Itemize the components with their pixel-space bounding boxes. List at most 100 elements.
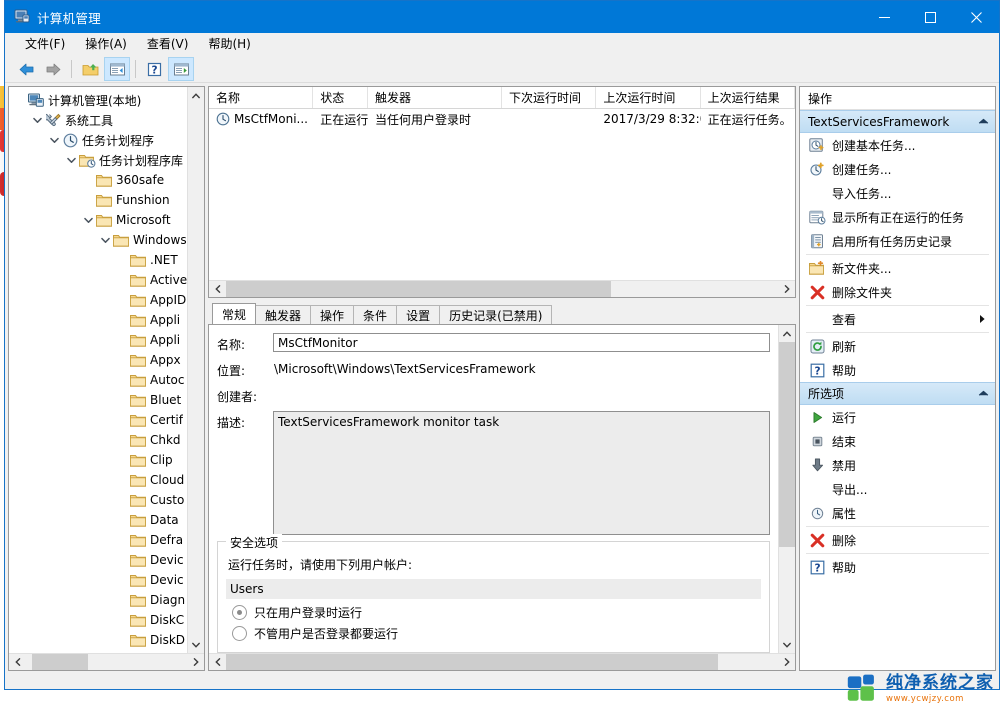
actions-section-header-textservicesframework[interactable]: TextServicesFramework <box>800 110 995 133</box>
tree-hscroll-thumb[interactable] <box>32 654 88 670</box>
scroll-down-icon[interactable] <box>779 636 795 653</box>
action-item-help[interactable]: ? 帮助 <box>800 358 995 382</box>
up-folder-icon[interactable] <box>77 57 103 81</box>
forward-arrow-icon[interactable] <box>40 57 66 81</box>
column-header-next_run[interactable]: 下次运行时间 <box>502 87 597 108</box>
menu-item-view[interactable]: 查看(V) <box>137 33 199 55</box>
tree-node[interactable]: Windows <box>9 230 187 250</box>
tree-node[interactable]: .NET <box>9 250 187 270</box>
tree-node[interactable]: Microsoft <box>9 210 187 230</box>
action-item-export[interactable]: 导出... <box>800 477 995 501</box>
action-item-delete-folder[interactable]: 删除文件夹 <box>800 280 995 304</box>
tree-horizontal-scrollbar[interactable] <box>9 653 204 670</box>
tab-general[interactable]: 常规 <box>212 303 257 324</box>
minimize-button[interactable] <box>861 1 907 33</box>
tree-node[interactable]: Devic <box>9 550 187 570</box>
title-bar[interactable]: 计算机管理 <box>5 1 999 33</box>
task-list-hscroll-thumb[interactable] <box>226 281 611 297</box>
tree-node[interactable]: Certif <box>9 410 187 430</box>
action-item-disable[interactable]: 禁用 <box>800 453 995 477</box>
detail-horizontal-scrollbar[interactable] <box>209 653 795 670</box>
action-item-run[interactable]: 运行 <box>800 405 995 429</box>
show-tree-icon[interactable] <box>104 57 130 81</box>
task-description-input[interactable]: TextServicesFramework monitor task <box>273 411 770 535</box>
task-name-input[interactable]: MsCtfMonitor <box>273 333 770 352</box>
chevron-down-icon[interactable] <box>81 217 95 224</box>
chevron-up-icon[interactable] <box>978 390 989 397</box>
column-header-triggers[interactable]: 触发器 <box>368 87 502 108</box>
scroll-up-icon[interactable] <box>779 325 795 342</box>
tree-node[interactable]: Devic <box>9 570 187 590</box>
chevron-up-icon[interactable] <box>978 118 989 125</box>
scroll-down-icon[interactable] <box>188 636 204 653</box>
maximize-button[interactable] <box>907 1 953 33</box>
tree-node[interactable]: 360safe <box>9 170 187 190</box>
scroll-right-icon[interactable] <box>778 281 795 297</box>
action-item-refresh[interactable]: 刷新 <box>800 334 995 358</box>
help-question-icon[interactable]: ? <box>141 57 167 81</box>
tree-node[interactable]: Appli <box>9 330 187 350</box>
tab-actions[interactable]: 操作 <box>310 305 355 324</box>
tree-node[interactable]: Diagn <box>9 590 187 610</box>
tree-node[interactable]: Cloud <box>9 470 187 490</box>
menu-item-file[interactable]: 文件(F) <box>15 33 75 55</box>
detail-hscroll-thumb[interactable] <box>226 654 718 670</box>
scroll-left-icon[interactable] <box>209 281 226 297</box>
close-button[interactable] <box>953 1 999 33</box>
chevron-down-icon[interactable] <box>30 117 44 124</box>
action-item-create-task[interactable]: 创建任务... <box>800 157 995 181</box>
tree-node[interactable]: Active <box>9 270 187 290</box>
radio-run-only-when-logged-in[interactable]: 只在用户登录时运行 <box>232 604 761 621</box>
chevron-down-icon[interactable] <box>64 157 78 164</box>
tree-node[interactable]: Clip <box>9 450 187 470</box>
tree-node[interactable]: DiskF <box>9 650 187 653</box>
scroll-left-icon[interactable] <box>209 654 226 670</box>
tree-node[interactable]: Appli <box>9 310 187 330</box>
tab-triggers[interactable]: 触发器 <box>255 305 312 324</box>
action-item-view[interactable]: 查看 <box>800 307 995 331</box>
action-item-import-task[interactable]: 导入任务... <box>800 181 995 205</box>
action-item-delete[interactable]: 删除 <box>800 528 995 552</box>
column-header-last_run[interactable]: 上次运行时间 <box>596 87 701 108</box>
task-list-hscroll-track[interactable] <box>226 281 778 297</box>
tab-settings[interactable]: 设置 <box>396 305 441 324</box>
radio-run-whether-logged-in-or-not[interactable]: 不管用户是否登录都要运行 <box>232 625 761 642</box>
tree-node[interactable]: 任务计划程序 <box>9 130 187 150</box>
tree-node[interactable]: Custo <box>9 490 187 510</box>
tree-node[interactable]: Funshion <box>9 190 187 210</box>
column-header-status[interactable]: 状态 <box>313 87 368 108</box>
scroll-right-icon[interactable] <box>187 654 204 670</box>
tree-node[interactable]: Autoc <box>9 370 187 390</box>
tab-conditions[interactable]: 条件 <box>353 305 398 324</box>
scroll-right-icon[interactable] <box>778 654 795 670</box>
chevron-down-icon[interactable] <box>47 137 61 144</box>
tree-vertical-scrollbar[interactable] <box>187 87 204 653</box>
tree-node[interactable]: AppID <box>9 290 187 310</box>
tree-hscroll-track[interactable] <box>26 654 187 670</box>
show-action-pane-icon[interactable] <box>168 57 194 81</box>
tree-scroll-track[interactable] <box>188 104 204 636</box>
tree-node[interactable]: Bluet <box>9 390 187 410</box>
tree-node[interactable]: DiskD <box>9 630 187 650</box>
action-item-create-basic-task[interactable]: 创建基本任务... <box>800 133 995 157</box>
chevron-down-icon[interactable] <box>98 237 112 244</box>
column-header-last_result[interactable]: 上次运行结果 <box>701 87 795 108</box>
scroll-left-icon[interactable] <box>9 654 26 670</box>
action-item-show-running-tasks[interactable]: 显示所有正在运行的任务 <box>800 205 995 229</box>
scroll-up-icon[interactable] <box>188 87 204 104</box>
tree-node[interactable]: Appx <box>9 350 187 370</box>
tree-node[interactable]: Chkd <box>9 430 187 450</box>
detail-vertical-scrollbar[interactable] <box>778 325 795 653</box>
tree-node[interactable]: 系统工具 <box>9 110 187 130</box>
action-item-new-folder[interactable]: 新文件夹... <box>800 256 995 280</box>
tree-node[interactable]: 计算机管理(本地) <box>9 90 187 110</box>
action-item-end[interactable]: 结束 <box>800 429 995 453</box>
actions-section-header-selected-item[interactable]: 所选项 <box>800 382 995 405</box>
back-arrow-icon[interactable] <box>13 57 39 81</box>
tree-node[interactable]: Defra <box>9 530 187 550</box>
detail-hscroll-track[interactable] <box>226 654 778 670</box>
action-item-properties[interactable]: 属性 <box>800 501 995 525</box>
tree-node[interactable]: DiskC <box>9 610 187 630</box>
action-item-enable-task-history[interactable]: 启用所有任务历史记录 <box>800 229 995 253</box>
detail-scroll-track[interactable] <box>779 342 795 636</box>
